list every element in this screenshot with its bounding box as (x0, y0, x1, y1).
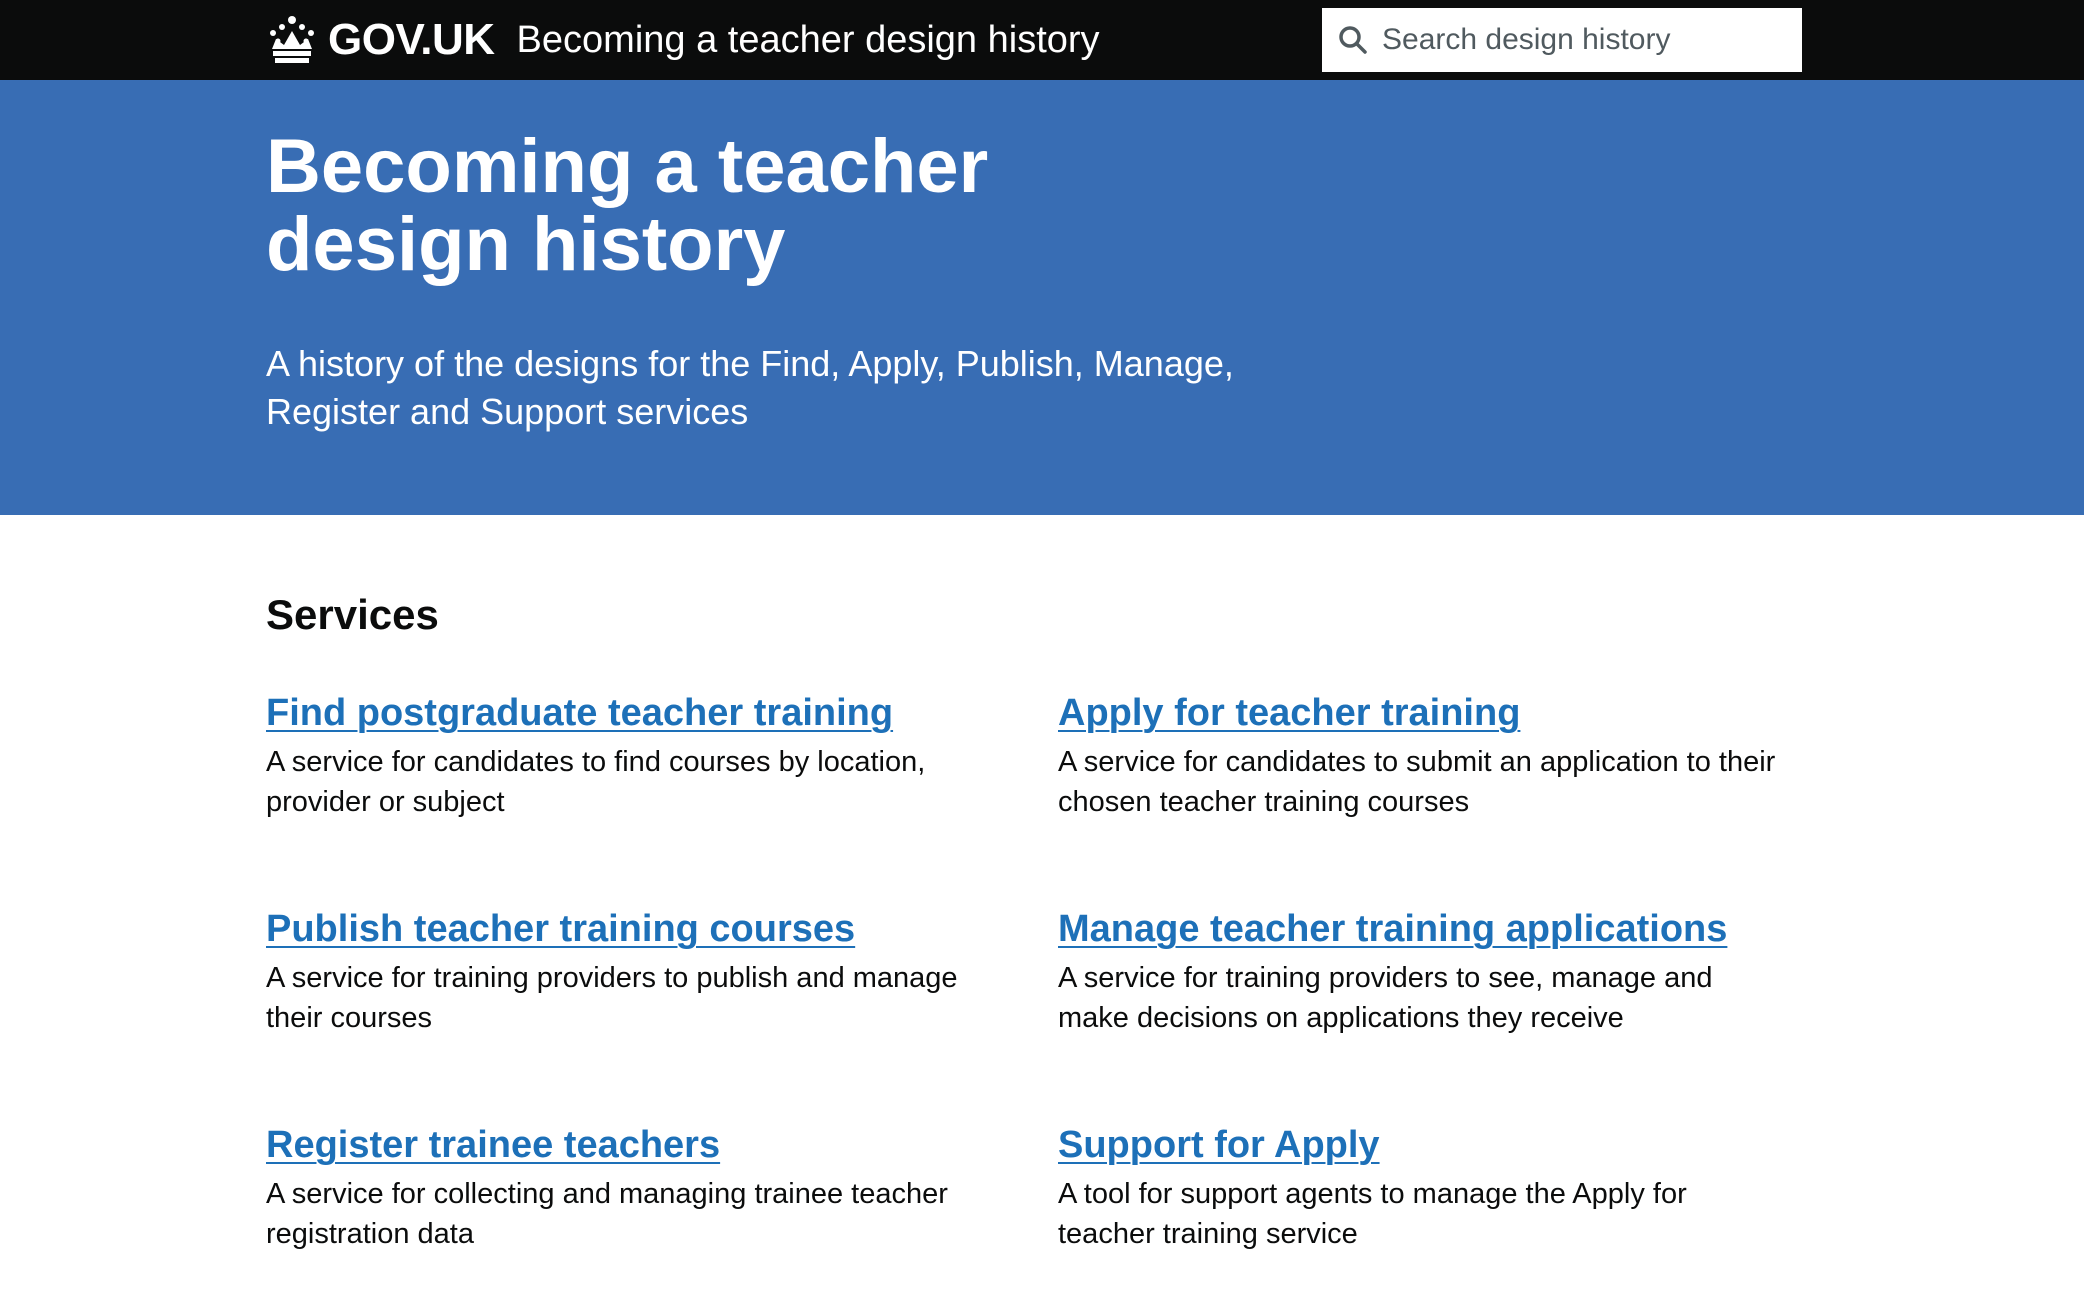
service-item-apply: Apply for teacher training A service for… (1058, 690, 1778, 822)
page-title: Becoming a teacher design history (266, 128, 1166, 284)
service-name-link[interactable]: Becoming a teacher design history (517, 19, 1100, 62)
service-link-find[interactable]: Find postgraduate teacher training (266, 690, 893, 736)
site-header: GOV.UK Becoming a teacher design history (0, 0, 2084, 80)
service-description-publish: A service for training providers to publ… (266, 962, 958, 1034)
service-link-register[interactable]: Register trainee teachers (266, 1122, 720, 1168)
service-description-register: A service for collecting and managing tr… (266, 1178, 948, 1250)
govuk-logo-link[interactable]: GOV.UK (328, 15, 495, 65)
page-title-line-2: design history (266, 202, 786, 287)
service-link-manage[interactable]: Manage teacher training applications (1058, 906, 1727, 952)
service-link-apply[interactable]: Apply for teacher training (1058, 690, 1520, 736)
search-box (1322, 8, 1802, 72)
service-description-apply: A service for candidates to submit an ap… (1058, 746, 1776, 818)
service-link-publish[interactable]: Publish teacher training courses (266, 906, 855, 952)
service-item-support: Support for Apply A tool for support age… (1058, 1122, 1778, 1254)
crown-logo-icon (270, 16, 314, 63)
service-description-support: A tool for support agents to manage the … (1058, 1178, 1687, 1250)
service-description-manage: A service for training providers to see,… (1058, 962, 1713, 1034)
service-item-publish: Publish teacher training courses A servi… (266, 906, 986, 1038)
page-title-line-1: Becoming a teacher (266, 124, 989, 209)
service-item-register: Register trainee teachers A service for … (266, 1122, 986, 1254)
page-description: A history of the designs for the Find, A… (266, 343, 1234, 432)
search-input[interactable] (1382, 23, 1802, 57)
services-heading: Services (266, 591, 439, 638)
search-icon[interactable] (1338, 25, 1368, 55)
service-description-find: A service for candidates to find courses… (266, 746, 926, 818)
service-item-manage: Manage teacher training applications A s… (1058, 906, 1778, 1038)
service-link-support[interactable]: Support for Apply (1058, 1122, 1380, 1168)
service-item-find: Find postgraduate teacher training A ser… (266, 690, 986, 822)
header-brand: GOV.UK Becoming a teacher design history (266, 8, 1100, 72)
